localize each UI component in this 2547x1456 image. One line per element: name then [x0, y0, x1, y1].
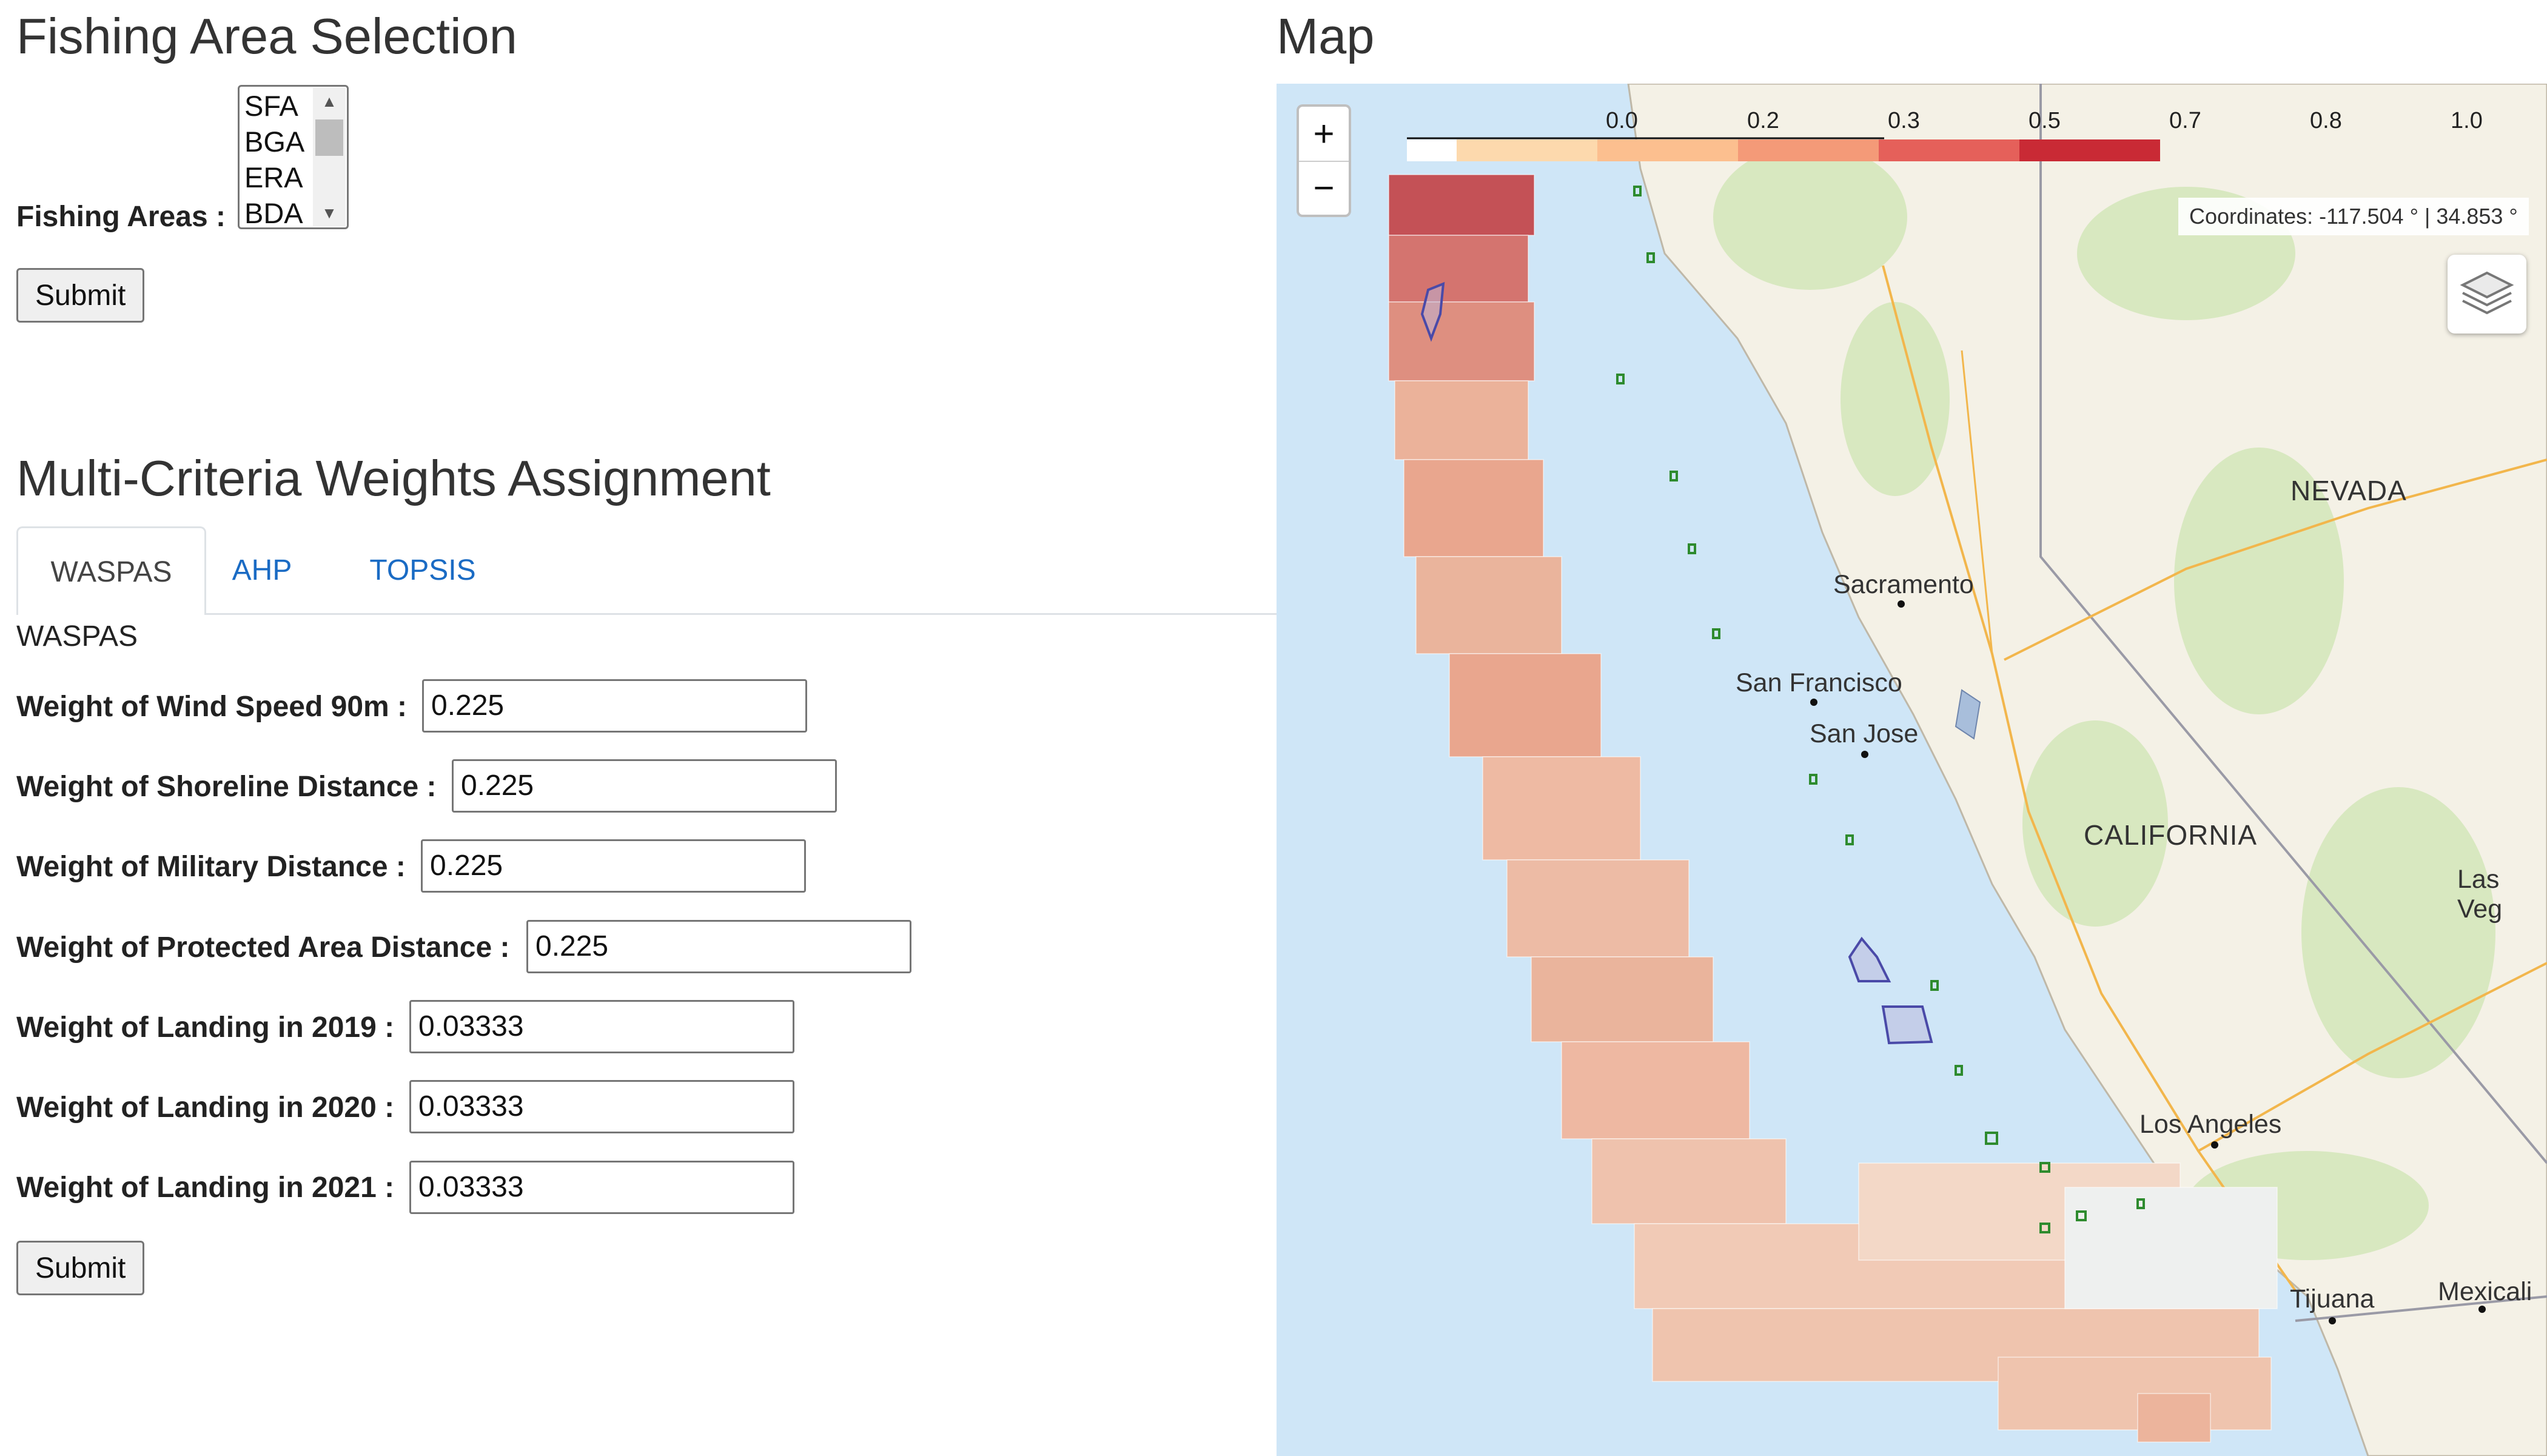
layers-control[interactable]: [2448, 255, 2526, 334]
weights-submit-button[interactable]: Submit: [16, 1241, 145, 1295]
legend-tick-label: 0.8: [2310, 108, 2342, 133]
military-area: [1881, 1005, 1933, 1045]
place-label-las-vegas: Las Veg: [2457, 865, 2503, 924]
fishing-submit-button[interactable]: Submit: [16, 268, 145, 323]
place-label-mexicali: Mexicali: [2438, 1277, 2532, 1306]
fishing-area-option[interactable]: SFA: [244, 88, 298, 124]
legend-tick-label: 0.0: [1606, 108, 1638, 133]
place-label-san-jose: San Jose: [1810, 719, 1919, 748]
legend-bin-6: [2019, 139, 2160, 161]
method-tabs: WASPAS AHP TOPSIS: [16, 526, 1278, 615]
fishing-areas-listbox[interactable]: SFA BGA ERA BDA ▲ ▼: [238, 85, 349, 229]
layers-icon: [2460, 271, 2514, 315]
place-dot: [1861, 751, 1868, 758]
map-canvas[interactable]: [1277, 84, 2547, 1456]
place-label-tijuana: Tijuana: [2290, 1284, 2375, 1313]
legend-bin-4: [1738, 139, 1879, 161]
military-distance-input[interactable]: 0.225: [421, 839, 806, 893]
scroll-thumb[interactable]: [315, 119, 343, 156]
place-label-california: CALIFORNIA: [2084, 819, 2258, 851]
fishing-area-title: Fishing Area Selection: [16, 8, 517, 64]
legend-bin-1: [1407, 139, 1457, 161]
place-dot: [2211, 1141, 2218, 1149]
military-distance-label: Weight of Military Distance :: [16, 851, 406, 883]
landing-2021-input[interactable]: 0.03333: [409, 1161, 794, 1214]
wind-speed-label: Weight of Wind Speed 90m :: [16, 691, 408, 723]
zoom-control: + −: [1297, 104, 1351, 217]
legend-bin-5: [1879, 139, 2019, 161]
protected-area-distance-label: Weight of Protected Area Distance :: [16, 931, 510, 964]
legend-tick-label: 0.2: [1747, 108, 1779, 133]
vegetation-area: [1841, 302, 1950, 496]
wind-speed-input[interactable]: 0.225: [422, 679, 807, 733]
landing-2020-label: Weight of Landing in 2020 :: [16, 1092, 395, 1124]
tab-waspas[interactable]: WASPAS: [16, 526, 206, 615]
vegetation-area: [1713, 144, 1907, 290]
tab-ahp[interactable]: AHP: [223, 526, 301, 615]
military-area: [1848, 936, 1891, 982]
place-label-sacramento: Sacramento: [1833, 570, 1974, 599]
landing-2021-label: Weight of Landing in 2021 :: [16, 1172, 395, 1204]
tab-topsis[interactable]: TOPSIS: [362, 526, 483, 615]
fishing-areas-label: Fishing Areas :: [16, 201, 226, 233]
place-dot: [2478, 1306, 2486, 1313]
legend-tick-label: 0.7: [2169, 108, 2201, 133]
fishing-area-option[interactable]: BGA: [244, 124, 304, 159]
scroll-up-arrow-icon[interactable]: ▲: [313, 89, 346, 113]
coordinates-readout: Coordinates: -117.504 ° | 34.853 °: [2178, 198, 2529, 235]
shoreline-distance-label: Weight of Shoreline Distance :: [16, 771, 437, 803]
map-view[interactable]: [1277, 84, 2547, 1456]
place-dot: [1898, 600, 1905, 608]
landing-2019-input[interactable]: 0.03333: [409, 1000, 794, 1053]
legend-tick-label: 0.5: [2029, 108, 2061, 133]
place-label-san-francisco: San Francisco: [1736, 668, 1902, 697]
zoom-in-button[interactable]: +: [1299, 107, 1349, 162]
left-panel: Fishing Area Selection Fishing Areas : S…: [0, 0, 1278, 1456]
listbox-scrollbar[interactable]: ▲ ▼: [313, 88, 346, 226]
vegetation-area: [2301, 787, 2495, 1078]
place-label-nevada: NEVADA: [2290, 475, 2407, 506]
scroll-down-arrow-icon[interactable]: ▼: [313, 201, 346, 225]
protected-area-distance-input[interactable]: 0.225: [526, 920, 911, 973]
map-title: Map: [1277, 8, 1375, 64]
weights-title: Multi-Criteria Weights Assignment: [16, 450, 771, 506]
place-dot: [1810, 699, 1817, 706]
zoom-out-button[interactable]: −: [1299, 161, 1349, 215]
landing-2020-input[interactable]: 0.03333: [409, 1080, 794, 1133]
waspas-panel-title: WASPAS: [16, 620, 138, 653]
shoreline-distance-input[interactable]: 0.225: [452, 759, 837, 813]
legend-bin-2: [1457, 139, 1597, 161]
fishing-area-option[interactable]: ERA: [244, 159, 303, 195]
legend-tick-label: 1.0: [2451, 108, 2483, 133]
legend-bin-3: [1597, 139, 1738, 161]
fishing-area-option[interactable]: BDA: [244, 195, 303, 227]
place-dot: [2329, 1317, 2336, 1324]
landing-2019-label: Weight of Landing in 2019 :: [16, 1011, 395, 1044]
place-label-los-angeles: Los Angeles: [2139, 1110, 2282, 1139]
legend-tick-label: 0.3: [1888, 108, 1920, 133]
